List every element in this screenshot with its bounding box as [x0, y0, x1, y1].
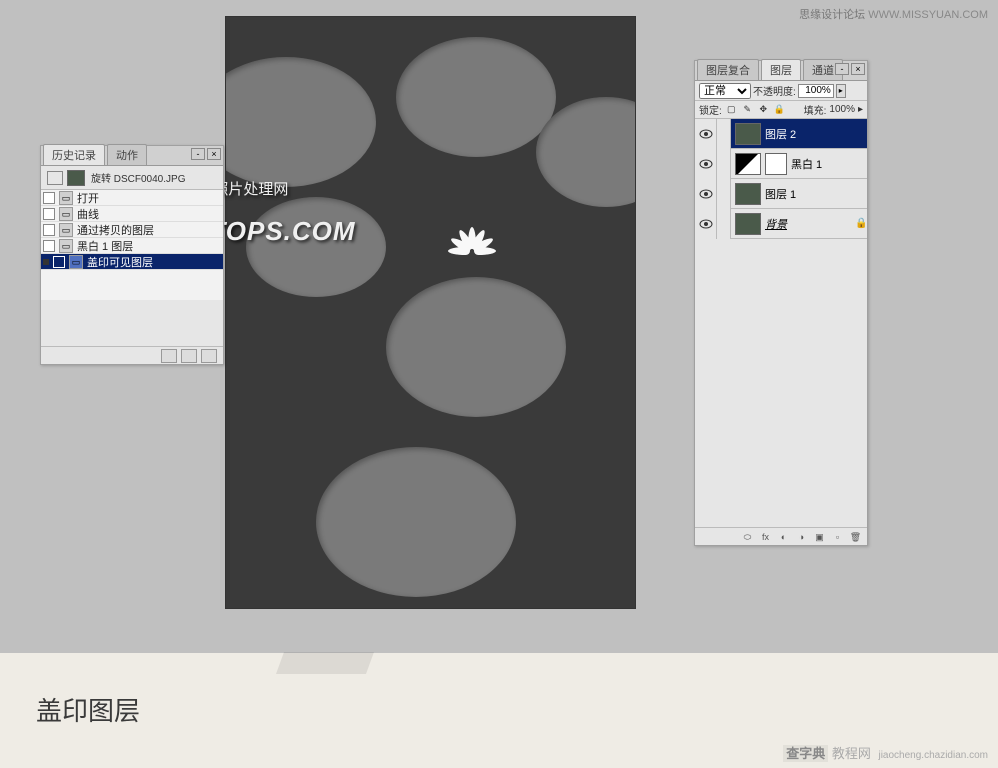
tab-history[interactable]: 历史记录 — [43, 144, 105, 165]
lock-paint-icon[interactable]: ✎ — [741, 103, 754, 116]
history-item[interactable]: ▭ 通过拷贝的图层 — [41, 222, 223, 238]
step-icon: ▭ — [59, 191, 73, 205]
lock-transparency-icon[interactable]: ▢ — [725, 103, 738, 116]
step-icon: ▭ — [69, 255, 83, 269]
trash-icon[interactable]: 🗑 — [848, 530, 863, 544]
new-snapshot-icon[interactable] — [161, 349, 177, 363]
history-checkbox[interactable] — [43, 224, 55, 236]
snapshot-thumbnail — [67, 170, 85, 186]
fx-icon[interactable]: fx — [758, 530, 773, 544]
adjustment-thumbnail — [735, 153, 761, 175]
watermark-top: 思缘设计论坛 WWW.MISSYUAN.COM — [799, 6, 988, 22]
layers-footer: ⬭ fx ◐ ◑ ▣ ▫ 🗑 — [695, 527, 867, 545]
opacity-value[interactable]: 100% — [798, 84, 834, 98]
opacity-label: 不透明度: — [753, 83, 796, 98]
visibility-toggle[interactable] — [695, 179, 717, 209]
panel-controls: - × — [191, 148, 221, 160]
paper-shadow — [276, 652, 374, 674]
lily-pad — [396, 37, 556, 157]
snapshot-filename: 旋转 DSCF0040.JPG — [91, 170, 185, 185]
layer-thumbnail — [735, 123, 761, 145]
history-item[interactable]: ▭ 打开 — [41, 190, 223, 206]
close-icon[interactable]: × — [851, 63, 865, 75]
blend-opacity-row: 正常 不透明度: 100% ▸ — [695, 81, 867, 101]
mask-icon[interactable]: ◐ — [776, 530, 791, 544]
lotus-flower — [448, 225, 496, 273]
lock-fill-row: 锁定: ▢ ✎ ✥ 🔒 填充: 100% ▸ — [695, 101, 867, 119]
layer-name[interactable]: 背景 — [765, 216, 855, 232]
visibility-toggle[interactable] — [695, 119, 717, 149]
tab-layers[interactable]: 图层 — [761, 59, 801, 80]
tab-actions[interactable]: 动作 — [107, 144, 147, 165]
link-cell[interactable] — [717, 149, 731, 179]
opacity-arrow-icon[interactable]: ▸ — [836, 84, 846, 98]
mask-thumbnail — [765, 153, 787, 175]
lock-all-icon[interactable]: 🔒 — [773, 103, 786, 116]
layer-thumbnail — [735, 183, 761, 205]
layer-name[interactable]: 黑白 1 — [791, 156, 867, 172]
history-list: ▭ 打开 ▭ 曲线 ▭ 通过拷贝的图层 ▭ 黑白 1 图层 ▭ 盖印可见图层 — [41, 190, 223, 300]
current-marker — [43, 259, 49, 265]
history-snapshot[interactable]: 旋转 DSCF0040.JPG — [41, 166, 223, 190]
history-checkbox[interactable] — [43, 240, 55, 252]
layers-tabs: 图层复合 图层 通道 - × — [695, 61, 867, 81]
link-layers-icon[interactable]: ⬭ — [740, 530, 755, 544]
visibility-toggle[interactable] — [695, 209, 717, 239]
fill-value[interactable]: 100% — [829, 104, 855, 115]
minimize-icon[interactable]: - — [191, 148, 205, 160]
new-layer-icon[interactable]: ▫ — [830, 530, 845, 544]
caption-area: 盖印图层 查字典 教程网 jiaocheng.chazidian.com — [0, 653, 998, 768]
blend-mode-select[interactable]: 正常 — [699, 83, 751, 99]
lock-position-icon[interactable]: ✥ — [757, 103, 770, 116]
new-document-icon[interactable] — [181, 349, 197, 363]
link-cell[interactable] — [717, 119, 731, 149]
history-item-selected[interactable]: ▭ 盖印可见图层 — [41, 254, 223, 270]
watermark-bottom: 查字典 教程网 jiaocheng.chazidian.com — [783, 743, 988, 762]
history-footer — [41, 346, 223, 364]
caption-text: 盖印图层 — [36, 691, 140, 728]
visibility-toggle[interactable] — [695, 149, 717, 179]
lily-pad — [316, 447, 516, 597]
link-cell[interactable] — [717, 209, 731, 239]
history-item[interactable]: ▭ 曲线 — [41, 206, 223, 222]
history-checkbox[interactable] — [43, 192, 55, 204]
tab-layer-comps[interactable]: 图层复合 — [697, 59, 759, 80]
lock-icon: 🔒 — [855, 218, 867, 229]
history-tabs: 历史记录 动作 - × — [41, 146, 223, 166]
layer-row[interactable]: 背景 🔒 — [695, 209, 867, 239]
fill-arrow-icon[interactable]: ▸ — [858, 104, 863, 115]
group-icon[interactable]: ▣ — [812, 530, 827, 544]
document-canvas[interactable] — [225, 16, 636, 609]
history-item[interactable]: ▭ 黑白 1 图层 — [41, 238, 223, 254]
close-icon[interactable]: × — [207, 148, 221, 160]
layer-row-selected[interactable]: 图层 2 — [695, 119, 867, 149]
history-panel: 历史记录 动作 - × 旋转 DSCF0040.JPG ▭ 打开 ▭ 曲线 ▭ … — [40, 145, 224, 365]
panel-controls: - × — [835, 63, 865, 75]
layer-row[interactable]: 黑白 1 — [695, 149, 867, 179]
layer-row[interactable]: 图层 1 — [695, 179, 867, 209]
layer-name[interactable]: 图层 1 — [765, 186, 867, 202]
step-icon: ▭ — [59, 239, 73, 253]
history-checkbox[interactable] — [53, 256, 65, 268]
step-icon: ▭ — [59, 207, 73, 221]
minimize-icon[interactable]: - — [835, 63, 849, 75]
layer-thumbnail — [735, 213, 761, 235]
history-checkbox[interactable] — [43, 208, 55, 220]
link-cell[interactable] — [717, 179, 731, 209]
trash-icon[interactable] — [201, 349, 217, 363]
brush-icon — [47, 171, 63, 185]
adjustment-icon[interactable]: ◑ — [794, 530, 809, 544]
lily-pad — [386, 277, 566, 417]
step-icon: ▭ — [59, 223, 73, 237]
fill-label: 填充: — [804, 102, 827, 117]
layers-panel: 图层复合 图层 通道 - × 正常 不透明度: 100% ▸ 锁定: ▢ ✎ ✥… — [694, 60, 868, 546]
lock-label: 锁定: — [699, 102, 722, 117]
layer-list: 图层 2 黑白 1 图层 1 背景 🔒 — [695, 119, 867, 239]
layer-name[interactable]: 图层 2 — [765, 126, 867, 142]
